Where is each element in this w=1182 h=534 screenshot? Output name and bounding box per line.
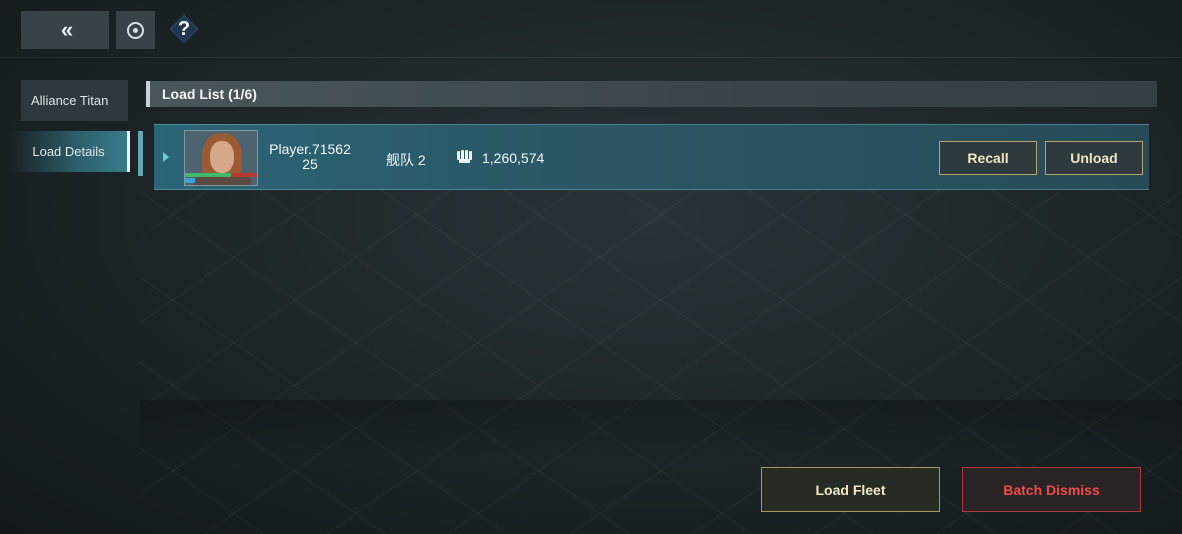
- batch-dismiss-button[interactable]: Batch Dismiss: [962, 467, 1141, 512]
- back-button[interactable]: «: [21, 11, 109, 49]
- load-fleet-button[interactable]: Load Fleet: [761, 467, 940, 512]
- refresh-button[interactable]: [116, 11, 155, 49]
- power-value: 1,260,574: [482, 150, 545, 166]
- recall-button[interactable]: Recall: [939, 141, 1037, 175]
- list-item[interactable]: Player.71562 25 舰队 2 1,260,574 Recall Un…: [154, 124, 1149, 190]
- player-name-text: Player.71562 25: [269, 141, 351, 172]
- top-bar: « ?: [0, 0, 1182, 58]
- load-list-header: Load List (1/6): [146, 81, 1157, 107]
- background-shadow: [140, 400, 1182, 460]
- refresh-icon: [127, 21, 144, 39]
- avatar[interactable]: [184, 130, 258, 186]
- help-glyph: ?: [177, 17, 191, 40]
- fleet-label: 舰队 2: [386, 152, 426, 168]
- caret-right-icon: [163, 152, 169, 162]
- fist-icon: [457, 150, 472, 163]
- sidebar-item-alliance-titan[interactable]: Alliance Titan: [21, 80, 128, 121]
- player-name: Player.71562 25: [266, 142, 354, 172]
- sidebar-item-label: Load Details: [32, 144, 105, 159]
- help-button[interactable]: ?: [169, 14, 199, 44]
- health-bar-fill: [185, 173, 231, 177]
- unload-button[interactable]: Unload: [1045, 141, 1143, 175]
- active-tab-indicator: [138, 131, 143, 176]
- sidebar-item-label: Alliance Titan: [31, 93, 109, 108]
- double-chevron-left-icon: «: [60, 17, 73, 42]
- load-list-title: Load List (1/6): [162, 86, 257, 102]
- status-bar: [185, 178, 195, 183]
- sidebar-item-load-details[interactable]: Load Details: [10, 131, 130, 172]
